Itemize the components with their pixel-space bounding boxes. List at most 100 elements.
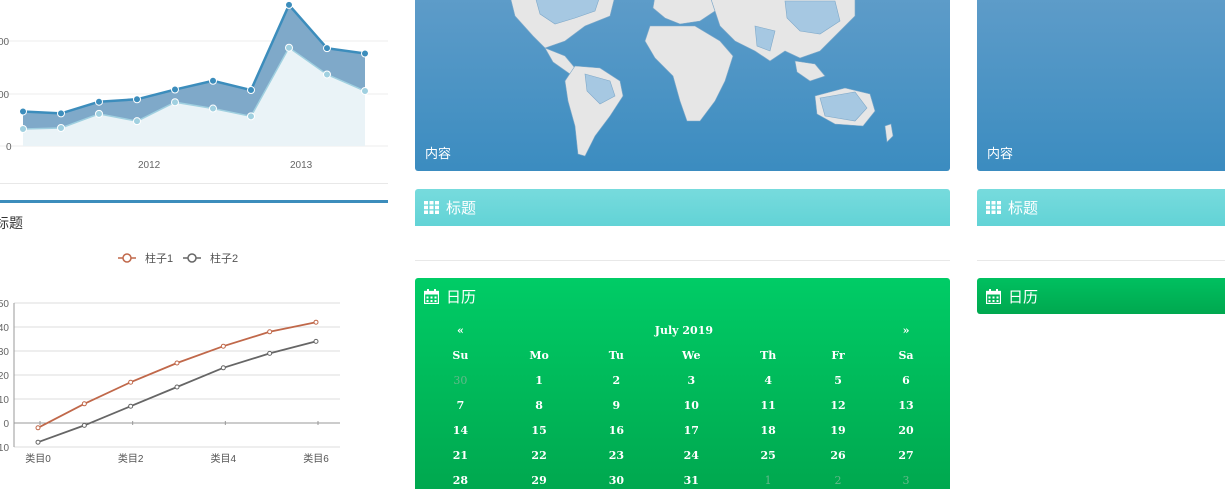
panel-title: 标题	[0, 215, 23, 231]
calendar-day[interactable]: 30	[425, 368, 496, 393]
y-tick-label: 00	[0, 37, 10, 48]
calendar-day[interactable]: 30	[582, 468, 650, 493]
calendar-day[interactable]: 25	[732, 443, 804, 468]
calendar-day[interactable]: 12	[804, 393, 872, 418]
calendar-day[interactable]: 24	[650, 443, 732, 468]
data-point[interactable]	[81, 422, 87, 428]
data-point[interactable]	[323, 70, 331, 79]
data-point[interactable]	[247, 112, 255, 121]
data-point[interactable]	[171, 85, 179, 94]
calendar-day[interactable]: 26	[804, 443, 872, 468]
y-tick-label: 20	[0, 371, 9, 382]
calendar-day[interactable]: 1	[496, 368, 583, 393]
panel-title: 标题	[1008, 200, 1039, 217]
data-point[interactable]	[35, 439, 41, 445]
map-box: 内容	[415, 0, 950, 171]
calendar-day[interactable]: 21	[425, 443, 496, 468]
data-point[interactable]	[95, 97, 103, 106]
calendar-day[interactable]: 5	[804, 368, 872, 393]
calendar-day[interactable]: 19	[804, 418, 872, 443]
calendar-day[interactable]: 16	[582, 418, 650, 443]
calendar-title: 日历	[1008, 289, 1039, 306]
calendar-box: 日历 « July 2019 » Su Mo Tu We Th Fr Sa 30 1 2 3 4 5 6…	[415, 278, 950, 489]
y-tick-label: 0	[6, 142, 12, 153]
data-point[interactable]	[247, 86, 255, 95]
calendar-day[interactable]: 13	[872, 393, 940, 418]
data-point[interactable]	[95, 109, 103, 118]
data-point[interactable]	[19, 107, 27, 116]
calendar-day[interactable]: 3	[650, 368, 732, 393]
data-point[interactable]	[133, 95, 141, 104]
calendar-day[interactable]: 2	[582, 368, 650, 393]
data-point[interactable]	[57, 123, 65, 132]
data-point[interactable]	[35, 425, 41, 431]
data-point[interactable]	[285, 0, 293, 9]
y-tick-label: 50	[0, 299, 9, 310]
data-point[interactable]	[267, 329, 273, 335]
calendar-day[interactable]: 8	[496, 393, 583, 418]
calendar-day[interactable]: 15	[496, 418, 583, 443]
prev-month-button[interactable]: «	[425, 318, 496, 343]
data-point[interactable]	[220, 365, 226, 371]
calendar-day[interactable]: 28	[425, 468, 496, 493]
data-point[interactable]	[19, 124, 27, 133]
legend-item[interactable]: 柱子1	[118, 251, 173, 265]
legend-label: 柱子1	[145, 251, 173, 265]
calendar-day[interactable]: 9	[582, 393, 650, 418]
calendar-day[interactable]: 4	[732, 368, 804, 393]
calendar-icon	[424, 289, 439, 304]
data-point[interactable]	[209, 104, 217, 113]
calendar-day[interactable]: 22	[496, 443, 583, 468]
map-box-footer: 内容	[987, 146, 1014, 161]
calendar-day[interactable]: 23	[582, 443, 650, 468]
data-point[interactable]	[361, 87, 369, 96]
data-point[interactable]	[323, 44, 331, 53]
weekday-label: Mo	[529, 349, 549, 362]
calendar-day[interactable]: 20	[872, 418, 940, 443]
calendar-day[interactable]: 31	[650, 468, 732, 493]
calendar-day[interactable]: 2	[804, 468, 872, 493]
calendar-day[interactable]: 17	[650, 418, 732, 443]
weekday-label: Th	[760, 349, 777, 362]
calendar-day[interactable]: 27	[872, 443, 940, 468]
calendar-day[interactable]: 1	[732, 468, 804, 493]
world-map-icon[interactable]	[415, 0, 950, 171]
calendar-day[interactable]: 29	[496, 468, 583, 493]
calendar-day[interactable]: 14	[425, 418, 496, 443]
y-tick-label: 30	[0, 347, 9, 358]
data-point[interactable]	[133, 117, 141, 126]
calendar-day[interactable]: 10	[650, 393, 732, 418]
data-point[interactable]	[285, 43, 293, 52]
calendar-day[interactable]: 3	[872, 468, 940, 493]
weekday-label: Fr	[831, 349, 845, 362]
grid-icon	[986, 201, 1001, 214]
data-point[interactable]	[267, 350, 273, 356]
month-switch[interactable]: July 2019	[496, 318, 872, 343]
legend-label: 柱子2	[210, 251, 238, 265]
calendar-day[interactable]: 18	[732, 418, 804, 443]
data-point[interactable]	[174, 360, 180, 366]
data-point[interactable]	[128, 379, 134, 385]
data-point[interactable]	[81, 401, 87, 407]
x-tick-label: 2012	[138, 160, 161, 171]
data-point[interactable]	[313, 338, 319, 344]
map-box-footer: 内容	[425, 146, 452, 161]
data-point[interactable]	[209, 76, 217, 85]
y-tick-label: 0	[3, 419, 9, 430]
y-tick-label: -10	[0, 443, 9, 454]
calendar-day[interactable]: 7	[425, 393, 496, 418]
data-point[interactable]	[361, 49, 369, 58]
data-point[interactable]	[220, 343, 226, 349]
data-point[interactable]	[171, 98, 179, 107]
next-month-button[interactable]: »	[872, 318, 940, 343]
calendar-day[interactable]: 6	[872, 368, 940, 393]
data-point[interactable]	[174, 384, 180, 390]
calendar-icon	[986, 289, 1001, 304]
panel-header: 标题	[977, 189, 1225, 226]
calendar-day[interactable]: 11	[732, 393, 804, 418]
data-point[interactable]	[57, 109, 65, 118]
data-point[interactable]	[313, 319, 319, 325]
calendar-box: 日历	[977, 278, 1225, 314]
legend-item[interactable]: 柱子2	[183, 251, 238, 265]
data-point[interactable]	[128, 403, 134, 409]
